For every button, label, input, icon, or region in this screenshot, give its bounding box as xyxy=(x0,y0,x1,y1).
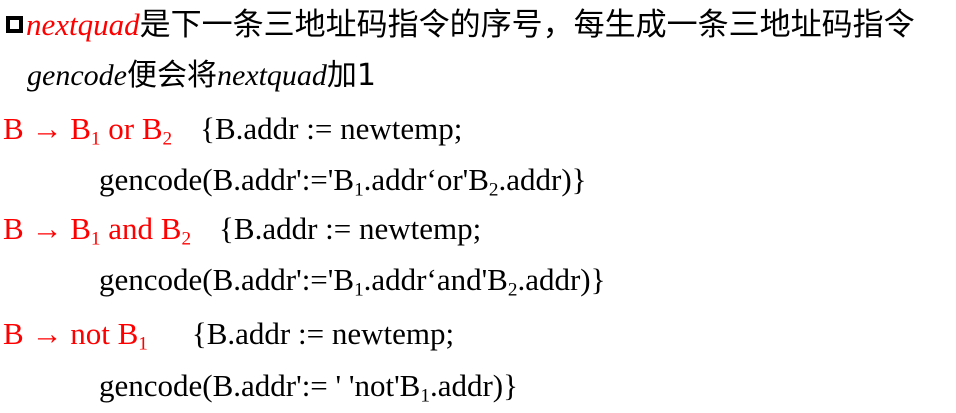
semantic-action: {B.addr := newtemp; xyxy=(219,211,482,246)
intro-text-2: 便会将 xyxy=(126,58,217,93)
rule-not: B → not B1 {B.addr := newtemp; xyxy=(3,316,455,355)
gencode-func: gencode xyxy=(27,59,127,92)
rule-or: B → B1 or B2 {B.addr := newtemp; xyxy=(3,111,463,150)
production-and: B → B1 and B2 xyxy=(3,211,192,250)
and-operator: and xyxy=(108,211,153,246)
not-operator: not xyxy=(70,316,110,351)
arrow-icon: → xyxy=(31,111,63,146)
rule-and: B → B1 and B2 {B.addr := newtemp; xyxy=(3,211,482,250)
semantic-action: {B.addr := newtemp; xyxy=(191,316,455,351)
or-operator: or xyxy=(108,111,135,146)
nextquad-var-2: nextquad xyxy=(216,59,327,92)
intro-line-2: gencode便会将nextquad加1 xyxy=(27,61,376,91)
arrow-icon: → xyxy=(31,211,63,246)
gencode-and: gencode(B.addr':='B1.addr‘and'B2.addr)} xyxy=(99,262,606,301)
intro-text-3: 加1 xyxy=(326,58,377,93)
semantic-action: {B.addr := newtemp; xyxy=(200,111,463,146)
production-not: B → not B1 xyxy=(3,316,148,355)
arrow-icon: → xyxy=(31,316,63,351)
intro-line-1: nextquad是下一条三地址码指令的序号，每生成一条三地址码指令 xyxy=(6,9,915,41)
nextquad-var: nextquad xyxy=(26,7,140,42)
gencode-or: gencode(B.addr':='B1.addr‘or'B2.addr)} xyxy=(99,162,587,201)
intro-text: 是下一条三地址码指令的序号，每生成一条三地址码指令 xyxy=(139,7,915,43)
square-bullet-icon xyxy=(6,16,23,33)
production-or: B → B1 or B2 xyxy=(3,111,173,150)
gencode-not: gencode(B.addr':= ' 'not'B1.addr)} xyxy=(99,368,518,407)
